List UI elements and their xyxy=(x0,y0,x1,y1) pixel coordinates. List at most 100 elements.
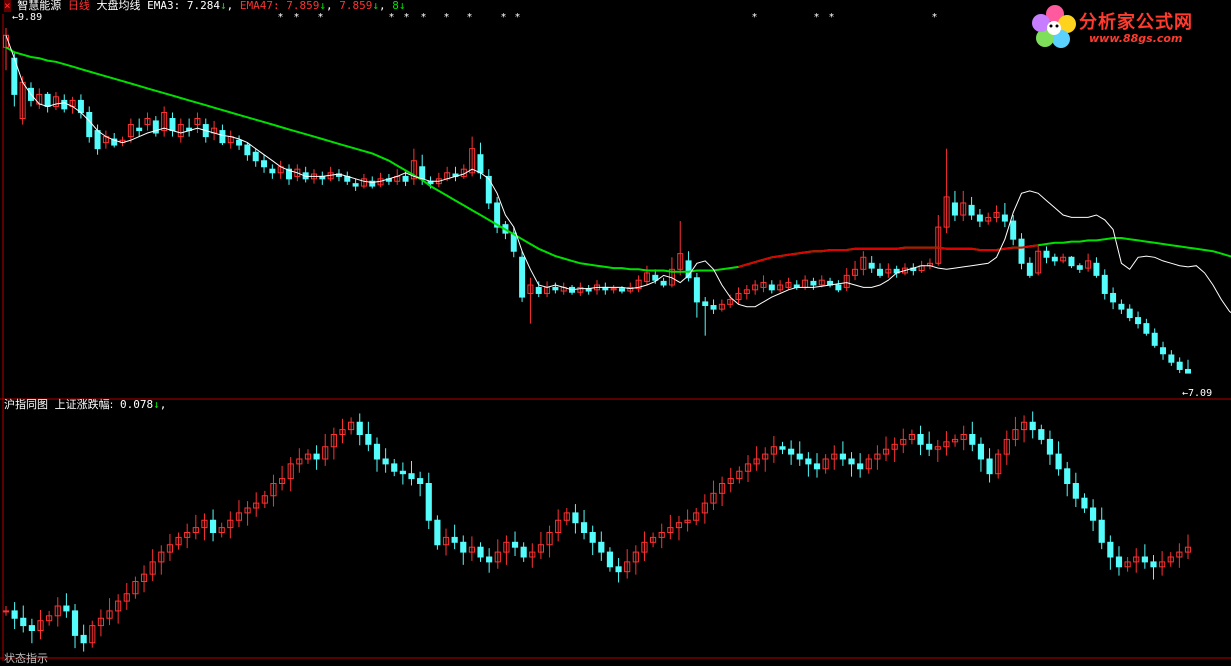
bottom-panel-stub: 状态指示 xyxy=(4,652,48,665)
candle-body xyxy=(660,280,667,286)
candle-body xyxy=(976,214,983,222)
candle-body xyxy=(1076,265,1083,270)
index-candle-body xyxy=(1038,429,1045,440)
candle-body xyxy=(236,139,243,146)
index-candle-body xyxy=(598,541,605,553)
index-candle-body xyxy=(460,541,467,553)
index-candle-body xyxy=(1064,468,1071,484)
kline-chart[interactable]: ←9.89 ←7.09 * * * * * * * * * * * * * * xyxy=(0,0,1231,661)
index-candle-body xyxy=(1081,497,1088,509)
candle-body xyxy=(1176,361,1183,370)
index-candle-body xyxy=(589,532,596,543)
candle-body xyxy=(535,286,542,294)
watermark-text: 分析家公式网 xyxy=(1079,12,1193,33)
index-candle-body xyxy=(1150,561,1157,568)
candle-body xyxy=(1051,256,1058,262)
candle-body xyxy=(485,175,492,204)
indicator-name: 大盘均线 xyxy=(96,0,141,12)
index-candle-body xyxy=(71,610,79,636)
candle-body xyxy=(1135,317,1142,325)
candle-body xyxy=(810,280,817,286)
index-candle-body xyxy=(1072,483,1079,499)
index-candle-body xyxy=(391,463,398,472)
candle-body xyxy=(1118,303,1125,310)
candle-body xyxy=(61,99,68,110)
index-candle-body xyxy=(1029,421,1036,431)
ema47-value: 7.859 xyxy=(286,0,320,12)
index-candle-body xyxy=(986,458,993,475)
index-candle-body xyxy=(209,519,217,533)
candle-body xyxy=(1068,256,1075,267)
candle-body xyxy=(951,202,958,216)
index-candle-body xyxy=(917,434,924,445)
index-candle-body xyxy=(606,551,614,568)
index-candle-body xyxy=(11,610,18,619)
close-icon[interactable]: × xyxy=(4,0,11,12)
index-candle-body xyxy=(425,483,432,521)
watermark-logo: 分析家公式网 www.88gs.com xyxy=(1027,2,1227,52)
down-arrow-icon: ↓ xyxy=(153,398,160,411)
index-candle-body xyxy=(373,443,381,460)
period-label[interactable]: 日线 xyxy=(68,0,90,12)
down-arrow-icon: ↓ xyxy=(398,0,406,12)
index-candle-body xyxy=(813,463,821,470)
index-candle-body xyxy=(417,478,424,485)
candle-body xyxy=(710,305,717,310)
candle-body xyxy=(1043,250,1050,258)
candle-body xyxy=(1010,220,1017,240)
signal-marker: * xyxy=(444,12,449,23)
candle-body xyxy=(169,118,176,132)
signal-marker: * xyxy=(389,12,394,23)
down-arrow-icon: ↓ xyxy=(372,0,379,12)
watermark-url: www.88gs.com xyxy=(1089,32,1183,45)
candle-body xyxy=(477,154,484,174)
index-candle-body xyxy=(848,458,855,465)
candle-body xyxy=(86,111,93,138)
candle-body xyxy=(44,93,51,107)
index-candle-body xyxy=(520,546,527,558)
index-candle-body xyxy=(1090,507,1097,521)
index-candle-body xyxy=(20,617,27,627)
candle-body xyxy=(94,130,101,150)
index-candle-body xyxy=(63,605,70,612)
ema3-label: EMA3: xyxy=(147,0,181,12)
candle-body xyxy=(693,277,700,303)
index-candle-body xyxy=(805,458,812,465)
main-chart-header: × 智慧能源 日线 大盘均线 EMA3: 7.284↓, EMA47: 7.85… xyxy=(4,0,406,12)
signal-marker: * xyxy=(814,12,819,23)
candle-body xyxy=(618,288,625,292)
sub-chart-header: 沪指同图 上证涨跌幅: 0.078↓, xyxy=(4,398,167,411)
down-arrow-icon: ↓ xyxy=(220,0,227,12)
candle-body xyxy=(1026,262,1033,276)
index-candle-body xyxy=(434,519,441,546)
index-candle-body xyxy=(399,470,406,475)
index-candle-body xyxy=(1115,556,1123,568)
signal-marker: * xyxy=(404,12,409,23)
signal-marker: * xyxy=(932,12,937,23)
candle-body xyxy=(1126,308,1133,319)
candle-body xyxy=(219,130,226,144)
candle-body xyxy=(835,284,842,291)
sub-chart-label: 上证涨跌幅: xyxy=(54,398,114,411)
signal-marker: * xyxy=(421,12,426,23)
ema47-value-2: 7.859 xyxy=(339,0,373,12)
candle-body xyxy=(352,183,359,187)
index-candle-body xyxy=(839,453,846,460)
candle-body xyxy=(269,168,276,174)
candle-body xyxy=(1018,238,1025,264)
candle-body xyxy=(1110,292,1117,303)
signal-marker: * xyxy=(294,12,299,23)
index-candle-body xyxy=(1046,438,1054,455)
candle-body xyxy=(402,175,409,182)
sub-chart-value: 0.078 xyxy=(119,398,154,411)
ema3-line xyxy=(5,35,1231,314)
index-candle-body xyxy=(486,556,493,563)
index-candle-body xyxy=(2,610,10,613)
index-candle-body xyxy=(977,443,985,460)
candle-body xyxy=(1151,332,1158,346)
candle-body xyxy=(1160,347,1167,355)
index-candle-body xyxy=(1098,519,1105,543)
index-candle-body xyxy=(572,512,579,524)
candle-body xyxy=(519,256,526,298)
index-candle-body xyxy=(356,421,363,435)
